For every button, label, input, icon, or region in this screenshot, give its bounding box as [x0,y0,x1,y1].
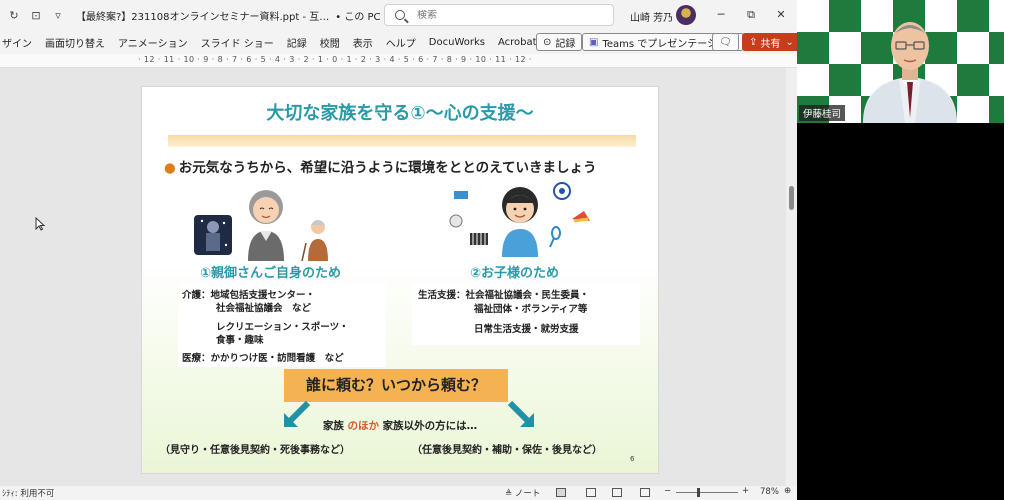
left-section-title: ①親御さんご自身のため [200,266,342,281]
family-suffix: 家族以外の方には… [379,420,478,432]
family-line: 家族 のほか 家族以外の方には… [142,418,658,433]
tab-view[interactable]: 表示 [353,35,373,50]
mouse-cursor-icon [35,216,46,235]
chevron-down-icon: ⌄ [785,36,794,48]
family-prefix: 家族 [322,420,348,432]
question-banner: 誰に頼む？いつから頼む？ [284,369,508,402]
present-from-start-icon[interactable]: ⊡ [28,7,44,23]
share-icon: ⇪ [749,36,758,48]
tab-slide-show[interactable]: スライド ショー [201,35,274,50]
bullet-dot-icon: ● [164,160,176,176]
ribbon-tabs: ザイン 画面切り替え アニメーション スライド ショー 記録 校閲 表示 ヘルプ… [0,30,801,54]
search-input[interactable] [417,9,597,21]
tab-animations[interactable]: アニメーション [118,35,188,50]
bullet-text: お元気なうちから、希望に沿うように環境をととのえていきましょう [178,160,597,176]
tab-docuworks[interactable]: DocuWorks [429,37,485,48]
video-panel-background [797,123,1004,500]
record-icon: ⊙ [543,36,552,48]
left-paren-note: （見守り・任意後見契約・死後事務など） [160,445,350,456]
zoom-slider-knob[interactable] [697,488,700,497]
share-label: 共有 [760,38,781,50]
right-section-title: ②お子様のため [470,266,560,281]
customize-toolbar-icon[interactable]: ▿ [50,7,66,23]
left-item: 社会福祉協議会 など [216,303,312,314]
left-item: レクリエーション・スポーツ・ [216,322,349,333]
left-item: 介護：地域包括支援センター・ [182,290,316,301]
search-box[interactable] [384,4,614,26]
family-accent: のほか [347,420,380,432]
reading-view-icon[interactable] [612,488,622,497]
slide-sorter-icon[interactable] [586,488,596,497]
notes-button[interactable]: ≜ ノート [505,487,540,499]
refresh-icon[interactable]: ↻ [6,7,22,23]
restore-button[interactable]: ⧉ [742,6,760,24]
participant-video [863,22,957,123]
zoom-level[interactable]: 78% [760,487,779,497]
elderly-illustration [194,190,328,261]
ruler-marks: · 12 · 11 · 10 · 9 · 8 · 7 · 6 · 5 · 4 ·… [138,55,532,64]
comments-button[interactable]: 🗨 [712,33,739,51]
close-button[interactable]: ✕ [772,6,790,24]
vertical-scrollbar[interactable] [786,68,797,486]
user-avatar[interactable] [676,5,696,25]
search-icon [395,10,405,20]
title-bar: ↻ ⊡ ▿ 【最終案?】231108オンラインセミナー資料.ppt - 互… •… [0,0,797,30]
user-name[interactable]: 山崎 芳乃 [630,9,673,24]
right-item: 福祉団体・ボランティア等 [474,304,588,315]
title-underline [168,135,636,147]
teams-icon: ▣ [589,36,599,48]
left-item: 食事・趣味 [216,335,264,346]
child-illustration [449,182,590,257]
accessibility-status[interactable]: ｼﾃｨ: 利用不可 [2,487,54,499]
minimize-button[interactable]: ─ [712,6,730,24]
status-bar: ｼﾃｨ: 利用不可 ≜ ノート − + 78% ⊕ [0,486,797,500]
tab-review[interactable]: 校閲 [320,35,340,50]
slide[interactable]: 大切な家族を守る①～心の支援～ ● お元気なうちから、希望に沿うように環境をととの… [141,86,659,474]
right-item: 日常生活支援・就労支援 [474,324,579,335]
comment-icon: 🗨 [719,36,732,48]
tab-design[interactable]: ザイン [2,35,32,50]
right-paren-note: （任意後見契約・補助・保佐・後見など） [412,445,602,456]
tab-help[interactable]: ヘルプ [386,35,416,50]
record-label: 記録 [555,38,576,50]
zoom-in-icon[interactable]: + [742,486,749,496]
fit-to-window-icon[interactable]: ⊕ [784,486,791,496]
document-title: 【最終案?】231108オンラインセミナー資料.ppt - 互… [76,11,330,23]
tab-transitions[interactable]: 画面切り替え [45,35,105,50]
slide-page-number: 6 [630,455,635,463]
zoom-out-icon[interactable]: − [664,486,671,496]
window-edge [1004,0,1024,500]
record-button[interactable]: ⊙ 記録 [536,33,583,51]
share-button[interactable]: ⇪ 共有 ⌄ [742,33,801,51]
speaker-name-label: 伊藤桂司 [799,105,846,121]
video-participant-tile[interactable]: 伊藤桂司 [797,0,1004,123]
powerpoint-window: ↻ ⊡ ▿ 【最終案?】231108オンラインセミナー資料.ppt - 互… •… [0,0,801,500]
tab-acrobat[interactable]: Acrobat [498,37,537,48]
right-item: 生活支援：社会福祉協議会・民生委員・ [418,290,590,301]
tab-record[interactable]: 記録 [287,35,307,50]
left-item: 医療：かかりつけ医・訪問看護 など [182,353,344,364]
slide-bullet: ● お元気なうちから、希望に沿うように環境をととのえていきましょう [164,156,596,176]
slide-title: 大切な家族を守る①～心の支援～ [266,103,534,124]
slideshow-view-icon[interactable] [640,488,650,497]
horizontal-ruler: · 12 · 11 · 10 · 9 · 8 · 7 · 6 · 5 · 4 ·… [0,54,797,68]
normal-view-icon[interactable] [556,488,566,497]
zoom-slider[interactable] [676,492,738,493]
scrollbar-thumb[interactable] [789,186,794,210]
